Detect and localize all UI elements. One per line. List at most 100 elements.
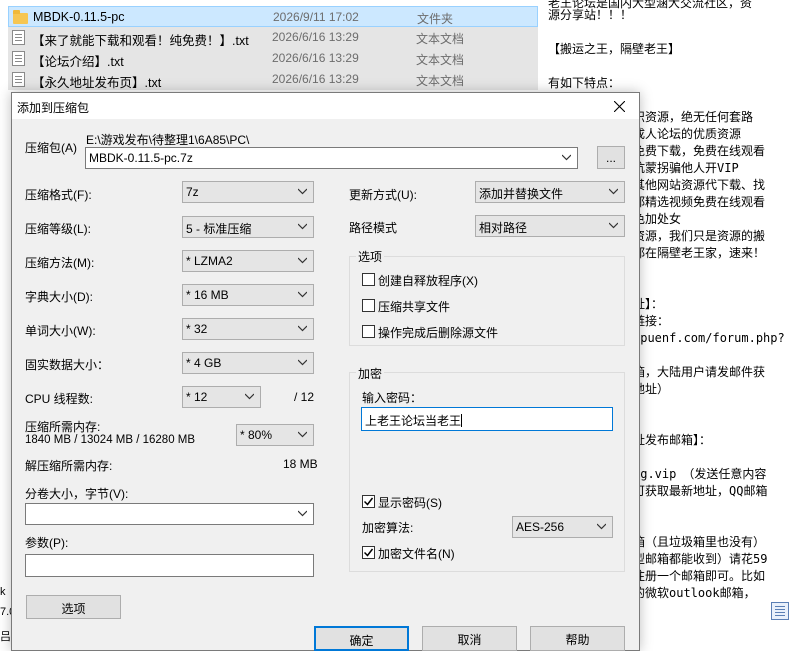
add-to-archive-dialog: 添加到压缩包 压缩包(A) E:\游戏发布\待整理1\6A85\PC\ MBDK… (11, 92, 640, 651)
notepad-line: 免费下载，免费在线观看 (633, 144, 766, 158)
chevron-down-icon (298, 510, 307, 517)
encryption-method-label: 加密算法: (362, 521, 414, 535)
file-row-folder[interactable]: MBDK-0.11.5-pc 2026/9/11 17:02 文件夹 (8, 6, 538, 27)
dict-label: 字典大小(D): (25, 290, 93, 304)
split-label: 分卷大小，字节(V): (25, 487, 129, 501)
level-select[interactable]: 5 - 标准压缩 (182, 216, 314, 238)
checkmark-icon (364, 548, 373, 557)
encryption-group-title: 加密 (356, 365, 385, 382)
show-password-checkbox[interactable] (362, 495, 375, 508)
file-name: 【来了就能下载和观看！纯免费！】.txt (32, 34, 249, 48)
chevron-down-icon (298, 257, 307, 264)
password-input[interactable]: 上老王论坛当老王 (361, 407, 613, 431)
encrypt-names-label: 加密文件名(N) (378, 547, 455, 561)
checkmark-icon (364, 497, 373, 506)
memory-label: 压缩所需内存: (25, 420, 101, 434)
dialog-title: 添加到压缩包 (17, 101, 90, 115)
solid-select[interactable]: * 4 GB (182, 352, 314, 374)
solid-label: 固实数据大小： (25, 358, 110, 372)
file-row[interactable]: 【来了就能下载和观看！纯免费！】.txt 2026/6/16 13:29 文本文… (8, 27, 538, 48)
format-label: 压缩格式(F): (25, 188, 92, 202)
file-name: MBDK-0.11.5-pc (33, 10, 125, 24)
notepad-line: gpuenf.com/forum.php? (633, 331, 785, 345)
file-type: 文本文档 (416, 74, 465, 88)
cpu-total: / 12 (294, 390, 315, 404)
word-select[interactable]: * 32 (182, 318, 314, 340)
notepad-line: 识资源，绝无任何套路 (633, 110, 754, 124)
ok-button[interactable]: 确定 (314, 626, 409, 651)
chevron-down-icon (298, 431, 307, 438)
notepad-line: 成人论坛的优质资源 (633, 127, 742, 141)
memory-value: 1840 MB / 13024 MB / 16280 MB (25, 434, 196, 446)
chevron-down-icon (298, 188, 307, 195)
delete-after-checkbox[interactable] (362, 325, 375, 338)
notepad-line: 箱（且垃圾箱里也没有） (633, 535, 766, 549)
file-date: 2026/6/16 13:29 (272, 51, 359, 65)
cancel-button[interactable]: 取消 (422, 626, 517, 651)
update-mode-label: 更新方式(U): (349, 188, 417, 202)
path-mode-select[interactable]: 相对路径 (475, 215, 625, 237)
split-size-combo[interactable] (25, 503, 314, 525)
notepad-line: 坑蒙拐骗他人开VIP (633, 161, 739, 175)
file-row[interactable]: 【永久地址发布页】.txt 2026/6/16 13:29 文本文档 (8, 69, 538, 90)
method-select[interactable]: * LZMA2 (182, 250, 314, 272)
notepad-line: 型邮箱都能收到）请花59 (633, 552, 768, 566)
notepad-line: 资源，我们只是资源的搬 (633, 229, 766, 243)
show-password-label: 显示密码(S) (378, 496, 442, 510)
archive-path: E:\游戏发布\待整理1\6A85\PC\ (86, 133, 250, 147)
close-button[interactable] (599, 93, 639, 119)
chevron-down-icon (298, 291, 307, 298)
chevron-down-icon (562, 154, 571, 161)
notepad-line: 【搬运之王，隔壁老王】 (548, 42, 681, 56)
file-name: 【论坛介绍】.txt (32, 55, 124, 69)
notepad-line: 址发布邮箱】： (633, 433, 712, 447)
update-mode-select[interactable]: 添加并替换文件 (475, 181, 625, 203)
archive-name-combo[interactable]: MBDK-0.11.5-pc.7z (85, 147, 578, 169)
password-value: 上老王论坛当老王 (365, 414, 463, 428)
shared-files-checkbox[interactable] (362, 299, 375, 312)
chevron-down-icon (609, 188, 618, 195)
path-mode-label: 路径模式 (349, 221, 398, 235)
edge-fragment: 吕 (0, 631, 11, 643)
notepad-line: 都在隔壁老王家，速来！ (633, 246, 766, 260)
method-label: 压缩方法(M): (25, 256, 95, 270)
archive-label: 压缩包(A) (25, 141, 77, 155)
chevron-down-icon (298, 359, 307, 366)
file-row[interactable]: 【论坛介绍】.txt 2026/6/16 13:29 文本文档 (8, 48, 538, 69)
chevron-down-icon (298, 325, 307, 332)
text-file-icon (12, 72, 25, 87)
sfx-checkbox[interactable] (362, 273, 375, 286)
word-label: 单词大小(W): (25, 324, 96, 338)
params-input[interactable] (25, 554, 314, 577)
file-date: 2026/6/16 13:29 (272, 72, 359, 86)
file-name: 【永久地址发布页】.txt (32, 76, 162, 90)
options-button[interactable]: 选项 (26, 595, 121, 619)
shared-files-label: 压缩共享文件 (378, 300, 451, 314)
notepad-line: 都精选视频免费在线观看 (633, 195, 766, 209)
dialog-titlebar[interactable]: 添加到压缩包 (12, 93, 639, 119)
notepad-line: 注册一个邮箱即可。比如 (633, 569, 766, 583)
edge-fragment: k (0, 586, 6, 598)
help-button[interactable]: 帮助 (530, 626, 625, 651)
options-group-title: 选项 (356, 248, 385, 265)
browse-button[interactable]: ... (597, 146, 625, 169)
notepad-line: 的微软outlook邮箱， (633, 586, 756, 600)
archive-name-value: MBDK-0.11.5-pc.7z (89, 151, 193, 165)
notepad-line: 其他网站资源代下载、找 (633, 178, 766, 192)
notepad-line: 箱，大陆用户请发邮件获 (633, 365, 766, 379)
chevron-down-icon (298, 223, 307, 230)
memory-percent-select[interactable]: * 80% (236, 424, 314, 446)
cpu-threads-select[interactable]: * 12 (182, 386, 261, 408)
file-type: 文件夹 (417, 12, 454, 26)
chevron-down-icon (609, 222, 618, 229)
format-select[interactable]: 7z (182, 181, 314, 203)
close-icon (613, 100, 625, 113)
notepad-line: 源分享站！！！ (548, 8, 633, 22)
notepad-format-icon[interactable] (771, 602, 789, 620)
password-label: 输入密码： (362, 391, 423, 405)
dict-select[interactable]: * 16 MB (182, 284, 314, 306)
text-file-icon (12, 51, 25, 66)
encryption-method-select[interactable]: AES-256 (512, 516, 613, 538)
encrypt-names-checkbox[interactable] (362, 546, 375, 559)
chevron-down-icon (245, 393, 254, 400)
